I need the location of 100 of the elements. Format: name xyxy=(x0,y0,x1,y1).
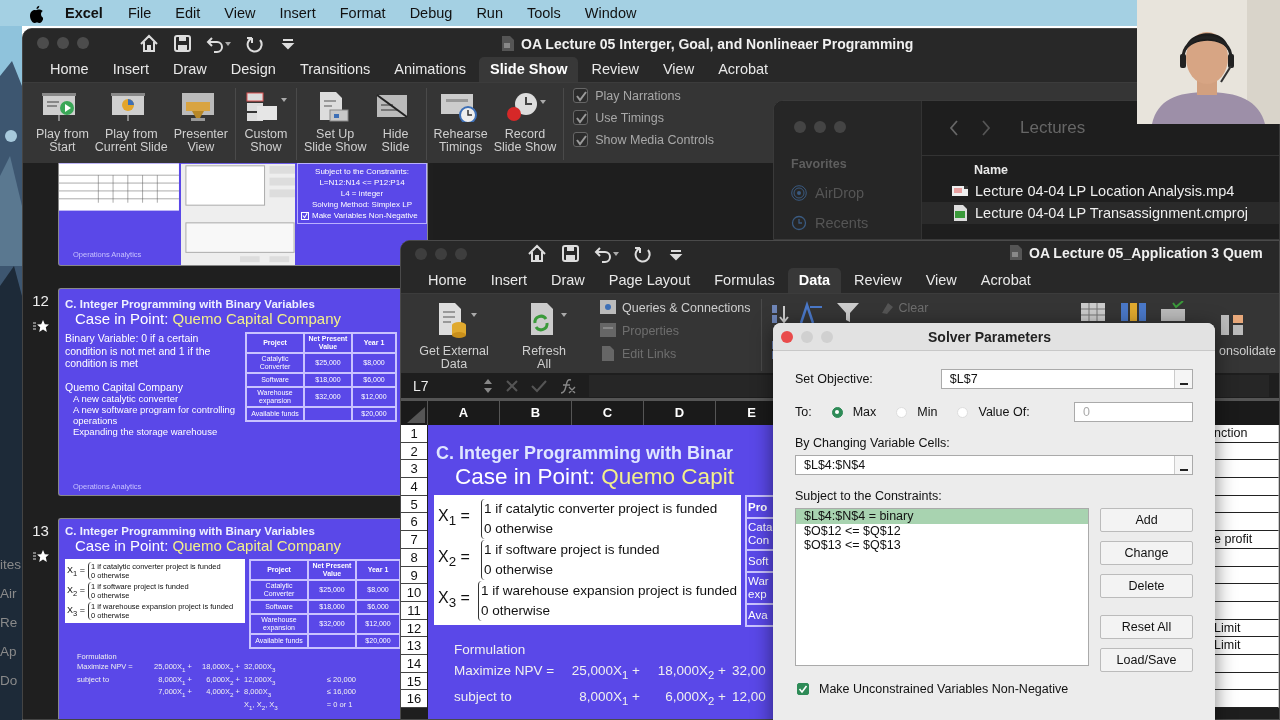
ribbon-button[interactable]: Refresh All xyxy=(499,299,589,373)
ribbon-tab[interactable]: Acrobat xyxy=(969,268,1042,293)
file-row[interactable]: Lecture 04-04 LP Transassignment.cmproj xyxy=(922,202,1279,224)
sidebar-item[interactable]: Air xyxy=(0,585,17,602)
ribbon-tab[interactable]: Draw xyxy=(539,268,596,293)
ribbon-tab[interactable]: Review xyxy=(580,57,650,82)
sidebar-item[interactable]: ites xyxy=(0,556,21,573)
ribbon-tab[interactable]: View xyxy=(651,57,706,82)
file-row[interactable]: Lecture 04-04 LP Location Analysis.mp4 xyxy=(922,180,1279,202)
row-header[interactable]: 3 xyxy=(401,460,427,479)
ribbon-button[interactable]: Presenter View xyxy=(170,88,231,160)
ribbon-button[interactable]: onsolidate xyxy=(1219,301,1279,358)
objective-field[interactable]: $L$7 xyxy=(940,369,1193,389)
ribbon-tab[interactable]: Insert xyxy=(101,57,160,82)
row-header[interactable]: 6 xyxy=(401,513,427,532)
ribbon-tab[interactable]: Formulas xyxy=(703,268,786,293)
collapse-button[interactable] xyxy=(1174,456,1192,474)
dialog-button[interactable]: Reset All xyxy=(1100,615,1193,639)
row-header[interactable]: 13 xyxy=(401,637,427,655)
row-header[interactable]: 1 xyxy=(401,425,427,443)
ribbon-tab[interactable]: Animations xyxy=(383,57,478,82)
formula-term: 25,000X$_{1}$ + xyxy=(571,662,640,683)
radio-option[interactable]: Max xyxy=(831,405,877,419)
table-grid-icon[interactable] xyxy=(1079,301,1107,323)
save-icon[interactable] xyxy=(173,33,192,53)
sidebar-item[interactable]: Ap xyxy=(0,643,17,660)
formulation-heading: Formulation xyxy=(454,641,527,659)
dialog-button[interactable]: Load/Save xyxy=(1100,648,1193,672)
ribbon-button[interactable]: Record Slide Show xyxy=(490,88,560,160)
ribbon-tab[interactable]: Transitions xyxy=(288,57,382,82)
ribbon-tab[interactable]: Review xyxy=(843,268,913,293)
radio-option[interactable]: Value Of: xyxy=(957,405,1030,419)
columns-icon[interactable] xyxy=(1119,301,1147,323)
close-button[interactable] xyxy=(781,330,793,343)
menu-item[interactable]: Run xyxy=(476,5,503,21)
checkbox[interactable] xyxy=(573,88,589,103)
checkbox[interactable] xyxy=(797,683,809,695)
menu-item[interactable]: Debug xyxy=(409,5,453,21)
menu-item[interactable]: Window xyxy=(584,5,637,21)
row-header[interactable]: 16 xyxy=(401,690,427,708)
back-icon[interactable] xyxy=(948,119,960,137)
ribbon-button[interactable]: Rehearse Timings xyxy=(430,88,491,160)
ribbon-tab[interactable]: View xyxy=(914,268,968,293)
ribbon-tab[interactable]: Design xyxy=(219,57,287,82)
row-header[interactable]: 4 xyxy=(401,478,427,496)
ribbon-tab[interactable]: Home xyxy=(39,57,100,82)
menu-item[interactable]: Tools xyxy=(527,5,561,21)
ribbon-tab[interactable]: Page Layout xyxy=(597,268,702,293)
dialog-button[interactable]: Delete xyxy=(1100,574,1193,598)
sort-ascending-icon[interactable] xyxy=(769,303,790,325)
table-cell xyxy=(1214,584,1279,602)
ribbon-command[interactable]: Queries & Connections xyxy=(599,299,751,316)
column-header[interactable]: Name xyxy=(922,156,1279,180)
home-icon[interactable] xyxy=(527,244,547,263)
row-header[interactable]: 10 xyxy=(401,584,427,602)
slide-thumbnail[interactable] xyxy=(58,518,401,719)
slide-subtitle: Case in Point: Quemo Capit xyxy=(454,464,735,490)
menu-item[interactable]: Insert xyxy=(279,5,316,21)
redo-icon[interactable] xyxy=(634,244,654,263)
menu-item[interactable]: File xyxy=(127,5,152,21)
ribbon-button[interactable]: Play from Current Slide xyxy=(91,88,171,160)
menu-item[interactable]: View xyxy=(224,5,256,21)
ribbon-button[interactable]: Custom Show xyxy=(239,88,292,160)
slide-title: C. Integer Programming with Binary Variables xyxy=(64,524,316,537)
radio-option[interactable]: Min xyxy=(896,405,938,419)
ribbon-button[interactable]: Set Up Slide Show xyxy=(300,88,370,160)
name-box[interactable]: L7 xyxy=(401,377,471,394)
ribbon-tab[interactable]: Slide Show xyxy=(479,57,579,82)
ribbon-tab[interactable]: Data xyxy=(787,268,842,293)
slide-thumbnail[interactable] xyxy=(58,288,401,496)
variable-cells-field[interactable]: $L$4:$N$4 xyxy=(795,455,1193,475)
function-icon[interactable] xyxy=(559,377,577,394)
ribbon-button[interactable]: Play from Start xyxy=(33,88,92,160)
dialog-button[interactable]: Change xyxy=(1100,541,1193,565)
constraint-item[interactable]: $O$13 <= $Q$13 xyxy=(796,538,1088,553)
save-icon[interactable] xyxy=(561,244,580,263)
constraint-list[interactable]: $L$4:$N$4 = binary $O$12 <= $Q$12 $O$13 <= $Q$13 xyxy=(795,508,1089,666)
apple-icon[interactable] xyxy=(27,3,43,23)
constraint-item[interactable]: $O$12 <= $Q$12 xyxy=(796,523,1088,538)
app-menu[interactable]: Excel xyxy=(65,5,103,21)
home-icon[interactable] xyxy=(139,33,159,53)
constraint-item[interactable]: $L$4:$N$4 = binary xyxy=(796,509,1088,524)
dialog-button[interactable]: Add xyxy=(1100,508,1193,532)
ribbon-tab[interactable]: Acrobat xyxy=(707,57,780,82)
sidebar-item[interactable]: Re xyxy=(0,614,18,631)
menu-item[interactable]: Format xyxy=(339,5,386,21)
sidebar-item[interactable]: Do xyxy=(0,672,18,689)
equation-variable: X$_{3}$ = xyxy=(438,588,471,613)
ribbon-button[interactable]: Get External Data xyxy=(409,299,499,373)
collapse-button[interactable] xyxy=(1174,370,1192,388)
ribbon-tab[interactable]: Insert xyxy=(479,268,538,293)
check-list-icon[interactable] xyxy=(1159,301,1187,323)
menu-item[interactable]: Edit xyxy=(175,5,201,21)
checkbox[interactable] xyxy=(573,132,589,147)
ribbon-tab[interactable]: Home xyxy=(417,268,478,293)
ribbon-button[interactable]: Hide Slide xyxy=(369,88,422,160)
row-header[interactable]: 7 xyxy=(401,531,427,549)
ribbon-tab[interactable]: Draw xyxy=(161,57,218,82)
checkbox[interactable] xyxy=(573,110,589,125)
undo-icon[interactable] xyxy=(594,244,620,263)
